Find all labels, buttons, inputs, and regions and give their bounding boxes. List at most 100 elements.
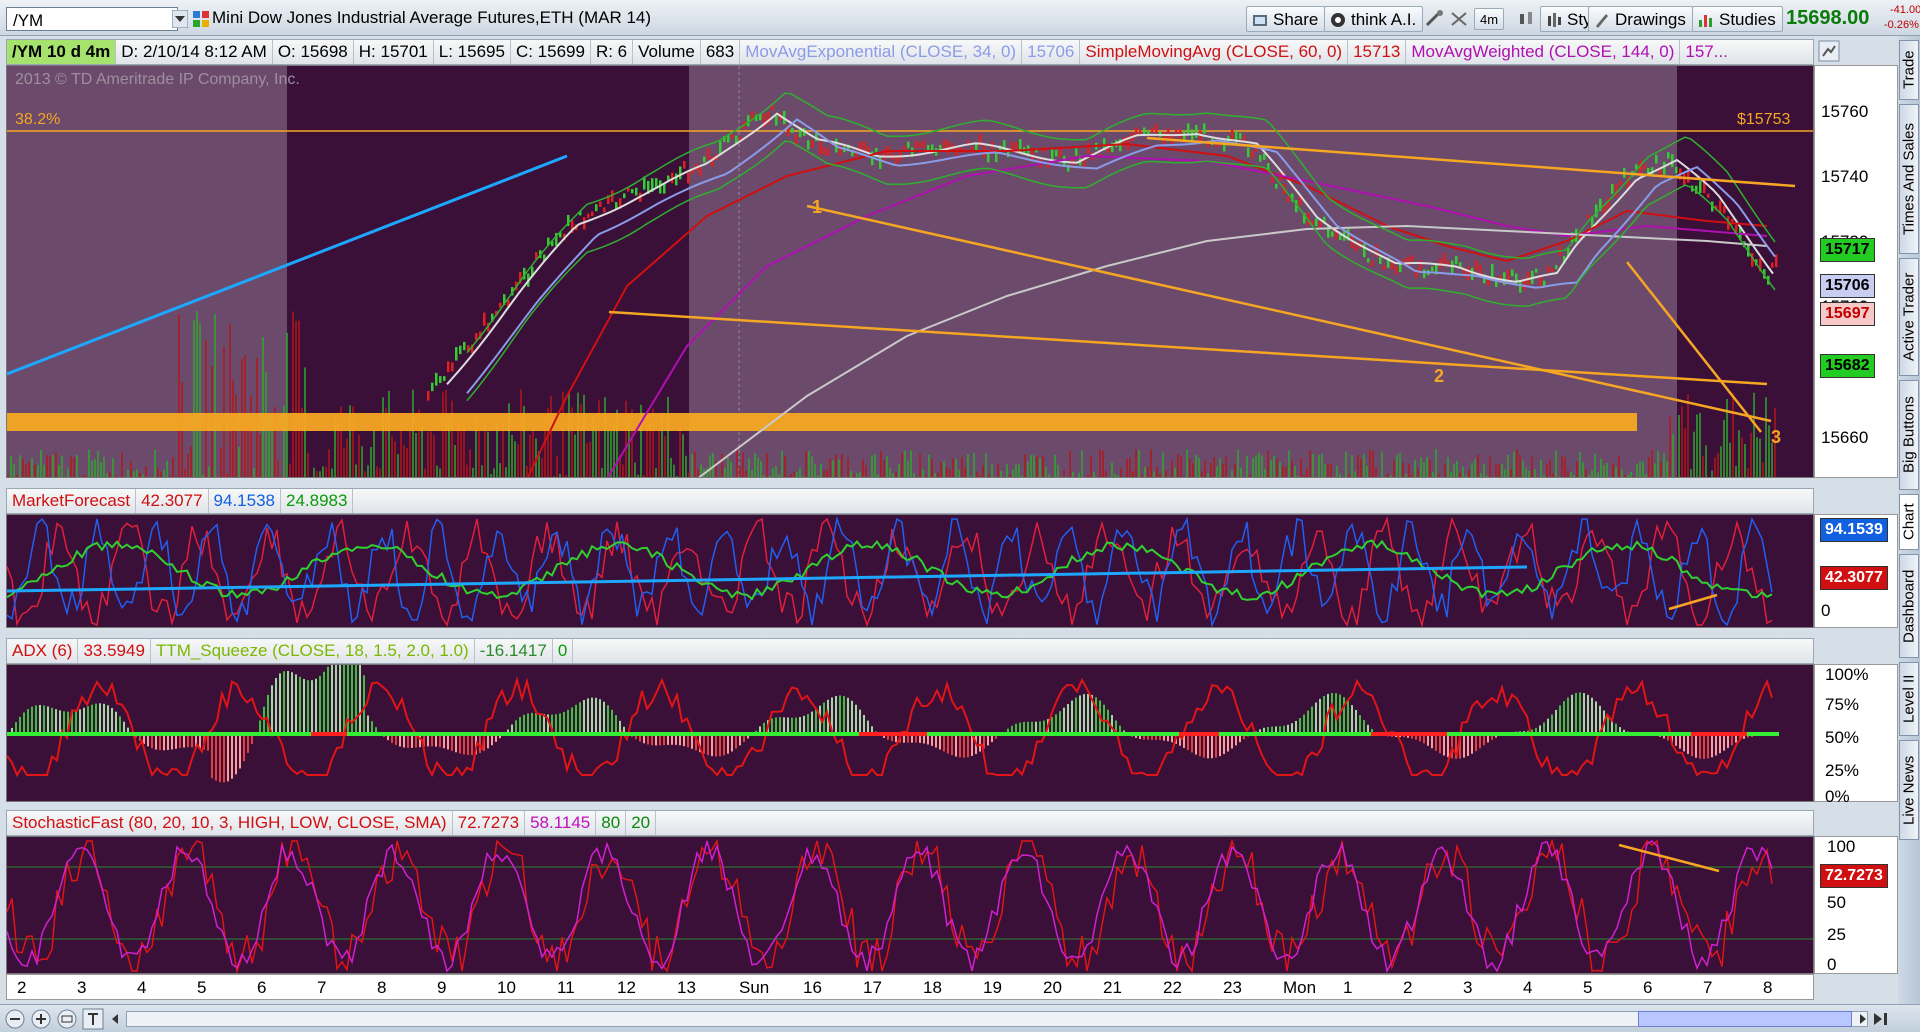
scroll-end-icon[interactable] xyxy=(1872,1011,1890,1027)
volume-bar xyxy=(1015,464,1017,477)
volume-bar xyxy=(1603,465,1605,477)
volume-bar xyxy=(175,477,177,478)
squeeze-dot xyxy=(1503,732,1507,736)
price-panel[interactable]: 2013 © TD Ameritrade IP Company, Inc. 38… xyxy=(6,65,1814,478)
squeeze-dot xyxy=(535,732,539,736)
symbol-dropdown-icon[interactable] xyxy=(172,10,188,28)
squeeze-bar xyxy=(263,706,265,734)
tab-dashboard[interactable]: Dashboard xyxy=(1899,554,1919,658)
settings-icon[interactable] xyxy=(1448,9,1470,29)
volume-bar xyxy=(1648,457,1650,477)
volume-bar xyxy=(469,449,471,477)
candle xyxy=(1511,269,1514,277)
volume-label[interactable]: Volume xyxy=(633,40,701,64)
squeeze-bar xyxy=(1587,694,1589,734)
ema-study-label[interactable]: MovAvgExponential (CLOSE, 34, 0) xyxy=(740,40,1023,64)
volume-bar xyxy=(1477,454,1479,477)
candle xyxy=(1671,154,1674,168)
squeeze-bar xyxy=(1547,718,1549,734)
tab-level-ii[interactable]: Level II xyxy=(1899,662,1919,736)
squeeze-dot xyxy=(1247,732,1251,736)
link-icon[interactable] xyxy=(192,10,210,28)
volume-bar xyxy=(664,435,666,477)
squeeze-dot xyxy=(311,732,315,736)
adx-axis: 100% 75% 50% 25% 0% xyxy=(1814,664,1898,806)
volume-bar xyxy=(748,458,750,477)
squeeze-dot xyxy=(1171,732,1175,736)
squeeze-dot xyxy=(1039,732,1043,736)
price-axis[interactable]: 15760 15740 15720 15700 15680 15660 xyxy=(1814,65,1898,478)
squeeze-bar xyxy=(839,695,841,734)
volume-bar xyxy=(1345,451,1347,477)
scroll-thumb[interactable] xyxy=(1638,1011,1852,1027)
tab-trade[interactable]: Trade xyxy=(1899,40,1919,100)
candle-icon[interactable] xyxy=(1516,9,1538,29)
stochastic-d: 58.1145 xyxy=(525,811,597,835)
volume-bar xyxy=(841,453,843,477)
time-axis[interactable]: 2 3 4 5 6 7 8 9 10 11 12 13 Sun 16 17 18… xyxy=(6,974,1814,1000)
tab-times-and-sales[interactable]: Times And Sales xyxy=(1899,104,1919,254)
candle xyxy=(443,376,446,381)
squeeze-dot xyxy=(471,732,475,736)
squeeze-dot xyxy=(967,732,971,736)
marketforecast-label[interactable]: MarketForecast xyxy=(7,489,137,513)
volume-bar xyxy=(919,454,921,477)
squeeze-dot xyxy=(1107,732,1111,736)
price-box-red: 15697 xyxy=(1820,302,1875,326)
tools-icon[interactable] xyxy=(1424,9,1446,29)
squeeze-dot xyxy=(1391,732,1395,736)
scroll-right-icon[interactable] xyxy=(1858,1013,1868,1025)
think-ai-button[interactable]: think A.I. xyxy=(1324,6,1424,32)
chart-scrollbar[interactable] xyxy=(0,1004,1920,1032)
squeeze-dot xyxy=(175,732,179,736)
price-box-green-top: 15717 xyxy=(1820,238,1875,262)
squeeze-bar xyxy=(523,714,525,734)
symbol-input[interactable]: /YM xyxy=(6,7,178,31)
time-tick: 8 xyxy=(1763,978,1773,997)
volume-bar xyxy=(442,392,444,477)
squeeze-bar xyxy=(167,734,169,751)
stochastic-panel[interactable] xyxy=(6,836,1814,974)
interval-button[interactable]: 4m xyxy=(1474,8,1505,30)
squeeze-dot xyxy=(1651,732,1655,736)
zoom-out-icon[interactable] xyxy=(4,1008,26,1030)
tab-active-trader[interactable]: Active Trader xyxy=(1899,258,1919,376)
squeeze-dot xyxy=(455,732,459,736)
drawings-button[interactable]: Drawings xyxy=(1588,6,1693,32)
tab-chart[interactable]: Chart xyxy=(1899,494,1919,550)
volume-bar xyxy=(1489,456,1491,477)
squeeze-bar xyxy=(411,734,413,748)
squeeze-dot xyxy=(983,732,987,736)
scroll-left-icon[interactable] xyxy=(110,1013,120,1025)
zoom-reset-icon[interactable] xyxy=(56,1008,78,1030)
tab-live-news[interactable]: Live News xyxy=(1899,740,1919,840)
squeeze-dot xyxy=(1571,732,1575,736)
share-button[interactable]: Share xyxy=(1246,6,1326,32)
bar-open: O: 15698 xyxy=(273,40,354,64)
squeeze-dot xyxy=(303,732,307,736)
marketforecast-panel[interactable] xyxy=(6,514,1814,628)
volume-bar xyxy=(202,474,204,477)
sma-study-label[interactable]: SimpleMovingAvg (CLOSE, 60, 0) xyxy=(1080,40,1349,64)
studies-button[interactable]: Studies xyxy=(1692,6,1783,32)
volume-bar xyxy=(412,389,414,477)
chart-symbol-period[interactable]: /YM 10 d 4m xyxy=(7,40,117,64)
volume-bar xyxy=(877,474,879,477)
tab-big-buttons[interactable]: Big Buttons xyxy=(1899,380,1919,490)
text-tool-icon[interactable] xyxy=(82,1008,104,1030)
wma-study-label[interactable]: MovAvgWeighted (CLOSE, 144, 0) xyxy=(1406,40,1681,64)
zoom-in-icon[interactable] xyxy=(30,1008,52,1030)
scroll-track[interactable] xyxy=(126,1011,1868,1027)
stoch-tick: 0 xyxy=(1827,955,1837,974)
chart-settings-icon[interactable] xyxy=(1818,40,1840,62)
squeeze-dot xyxy=(799,732,803,736)
candle xyxy=(1135,127,1138,136)
squeeze-bar xyxy=(1307,710,1309,734)
squeeze-dot xyxy=(651,732,655,736)
candle xyxy=(595,204,598,212)
stochastic-label[interactable]: StochasticFast (80, 20, 10, 3, HIGH, LOW… xyxy=(7,811,453,835)
volume-bar xyxy=(1309,449,1311,477)
adx-panel[interactable] xyxy=(6,664,1814,802)
squeeze-label[interactable]: TTM_Squeeze (CLOSE, 18, 1.5, 2.0, 1.0) xyxy=(151,639,475,663)
adx-label[interactable]: ADX (6) xyxy=(7,639,79,663)
